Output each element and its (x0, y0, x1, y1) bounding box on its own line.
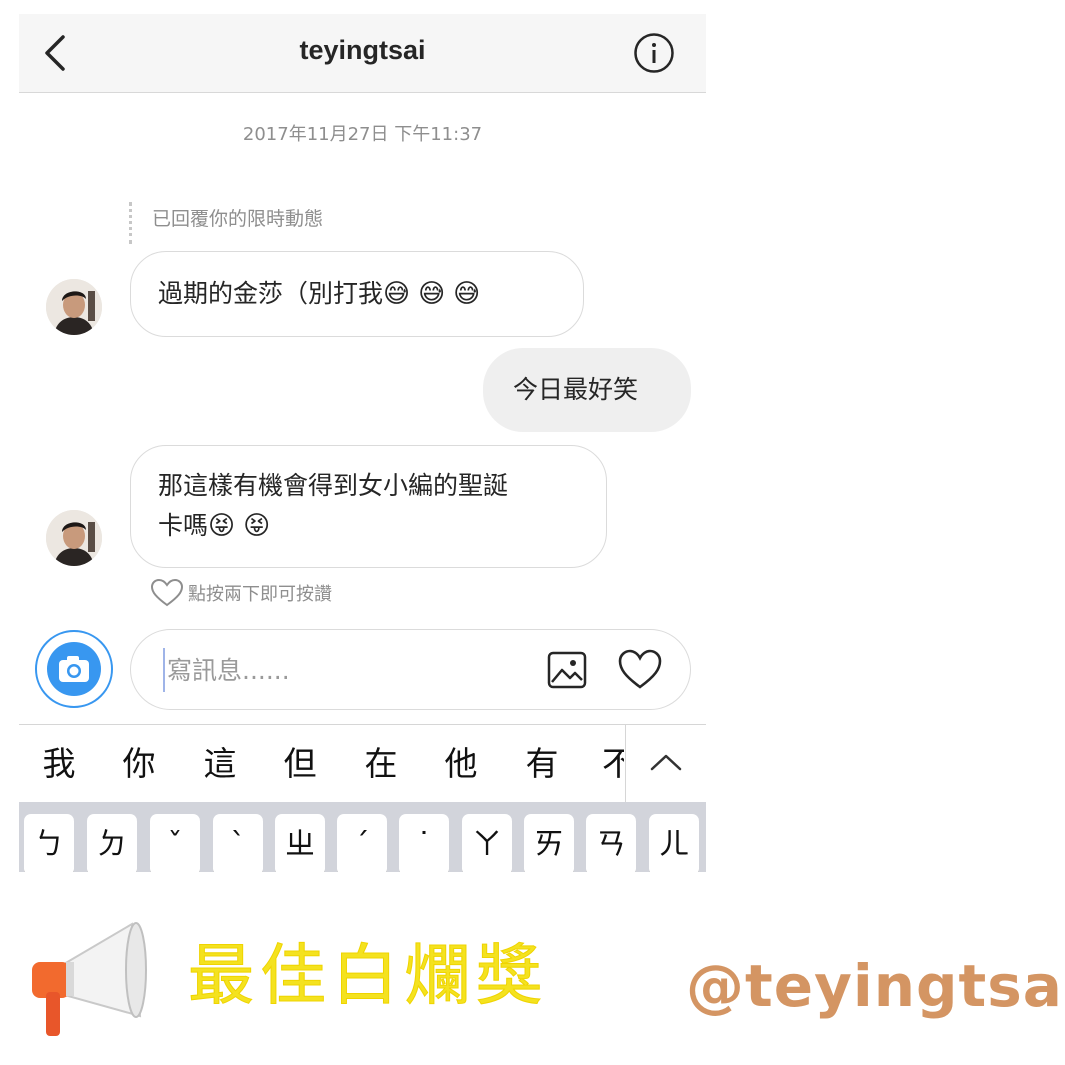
heart-outline-icon (150, 578, 184, 607)
camera-icon (59, 656, 89, 682)
keyboard-key[interactable]: ㄅ (24, 814, 74, 872)
squinting-tongue-emoji: 😝 (243, 511, 271, 541)
award-banner: 最佳白爛獎 @teyingtsai (0, 872, 1065, 1065)
candidate-word[interactable]: 我 (29, 725, 89, 803)
like-button[interactable] (617, 648, 663, 692)
squinting-tongue-emoji: 😝 (208, 511, 236, 541)
dm-screen: teyingtsai 2017年11月27日 下午11:37 已回覆你的限時動態… (19, 14, 706, 872)
info-button[interactable] (633, 32, 675, 74)
message-input[interactable] (163, 648, 529, 692)
keyboard-key[interactable]: ˙ (399, 814, 449, 872)
keyboard-key[interactable]: ㄞ (524, 814, 574, 872)
story-reply-indicator: 已回覆你的限時動態 (129, 202, 323, 244)
candidate-word[interactable]: 不 (602, 725, 624, 803)
chat-title[interactable]: teyingtsai (19, 35, 706, 66)
keyboard-key[interactable]: ˋ (213, 814, 263, 872)
message-input-box (130, 629, 691, 710)
candidate-word[interactable]: 他 (431, 725, 491, 803)
message-timestamp: 2017年11月27日 下午11:37 (242, 124, 483, 145)
gallery-icon (547, 651, 587, 689)
like-hint-label: 點按兩下即可按讚 (188, 584, 332, 605)
chat-header: teyingtsai (19, 14, 706, 93)
message-text: 卡嗎 (158, 511, 209, 540)
message-text: 今日最好笑 (513, 375, 639, 404)
keyboard-key[interactable]: ㄚ (462, 814, 512, 872)
sweat-smile-emoji: 😅 (453, 279, 481, 309)
keyboard-key[interactable]: ㄉ (87, 814, 137, 872)
megaphone-icon (32, 922, 147, 1036)
candidate-word[interactable]: 在 (351, 725, 411, 803)
message-text-line: 那這樣有機會得到女小編的聖誕 (158, 471, 509, 500)
expand-candidates-button[interactable] (625, 725, 706, 803)
account-handle: @teyingtsai (686, 952, 1065, 1020)
award-title: 最佳白爛獎 (188, 937, 548, 1015)
camera-button[interactable] (35, 630, 113, 708)
candidate-word[interactable]: 這 (190, 725, 250, 803)
outgoing-message-bubble[interactable]: 今日最好笑 (483, 348, 691, 432)
sweat-smile-emoji: 😅 (418, 279, 446, 309)
message-text-line: 卡嗎😝 😝 (158, 506, 579, 546)
message-composer (19, 626, 706, 716)
avatar-photo (46, 279, 102, 335)
zhuyin-keyboard: ㄅ ㄉ ˇ ˋ ㄓ ˊ ˙ ㄚ ㄞ ㄢ ㄦ (19, 802, 706, 872)
incoming-message-bubble[interactable]: 那這樣有機會得到女小編的聖誕 卡嗎😝 😝 (130, 445, 607, 568)
avatar[interactable] (46, 279, 102, 335)
keyboard-key[interactable]: ㄢ (586, 814, 636, 872)
candidate-word[interactable]: 你 (109, 725, 169, 803)
heart-icon (618, 649, 662, 689)
double-tap-like-hint: 點按兩下即可按讚 (150, 577, 332, 609)
keyboard-key[interactable]: ㄓ (275, 814, 325, 872)
info-icon (634, 33, 674, 73)
candidate-word[interactable]: 有 (512, 725, 572, 803)
message-text: 過期的金莎（別打我 (158, 279, 384, 308)
keyboard-key[interactable]: ˊ (337, 814, 387, 872)
incoming-message-bubble[interactable]: 過期的金莎（別打我😅 😅 😅 (130, 251, 584, 337)
chevron-up-icon (650, 754, 682, 771)
camera-button-fill (47, 642, 101, 696)
keyboard-key[interactable]: ㄦ (649, 814, 699, 872)
avatar[interactable] (46, 510, 102, 566)
gallery-button[interactable] (546, 649, 588, 691)
keyboard-key[interactable]: ˇ (150, 814, 200, 872)
sweat-smile-emoji: 😅 (383, 279, 411, 309)
avatar-photo (46, 510, 102, 566)
story-reply-label: 已回覆你的限時動態 (152, 208, 324, 230)
candidate-word[interactable]: 但 (270, 725, 330, 803)
candidate-bar: 我 你 這 但 在 他 有 不 (19, 724, 706, 803)
